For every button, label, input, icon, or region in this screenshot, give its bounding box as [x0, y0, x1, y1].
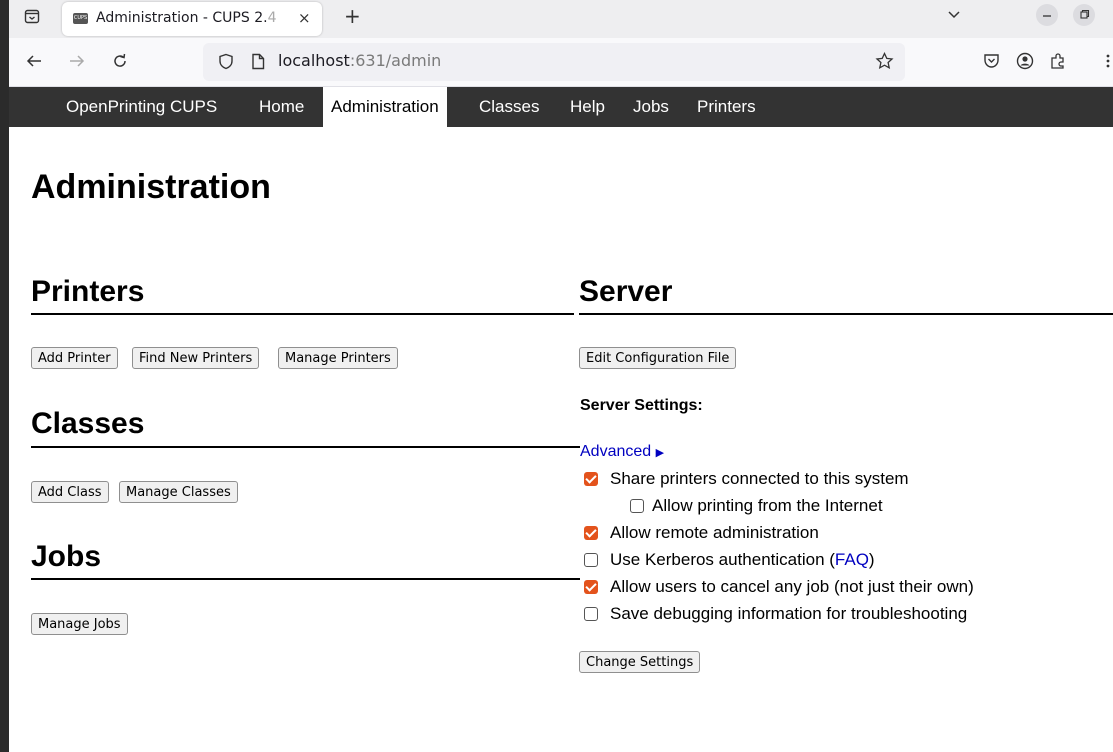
kerberos-faq-link[interactable]: FAQ: [835, 550, 869, 569]
cancel-any-job-checkbox[interactable]: [584, 580, 598, 594]
account-icon[interactable]: [1016, 52, 1034, 74]
star-icon[interactable]: [875, 51, 894, 74]
nav-printers[interactable]: Printers: [689, 87, 764, 127]
debug-logging-label: Save debugging information for troublesh…: [610, 604, 968, 623]
cancel-any-job-label: Allow users to cancel any job (not just …: [610, 577, 974, 596]
classes-rule: [31, 446, 580, 448]
manage-printers-button[interactable]: Manage Printers: [278, 347, 398, 369]
share-printers-label: Share printers connected to this system: [610, 469, 909, 488]
add-printer-button[interactable]: Add Printer: [31, 347, 118, 369]
manage-classes-button[interactable]: Manage Classes: [119, 481, 238, 503]
shield-icon[interactable]: [218, 53, 234, 74]
pocket-icon[interactable]: [983, 53, 1000, 73]
server-settings-heading: Server Settings:: [580, 397, 703, 414]
jobs-rule: [31, 578, 580, 580]
page-icon[interactable]: [251, 53, 265, 74]
nav-classes[interactable]: Classes: [471, 87, 547, 127]
page-title: Administration: [31, 168, 271, 206]
window-edge: [0, 0, 9, 752]
cups-favicon-icon: CUPS: [73, 13, 88, 24]
tab-title: Administration - CUPS 2.4: [96, 10, 277, 26]
add-class-button[interactable]: Add Class: [31, 481, 109, 503]
edit-configuration-file-button[interactable]: Edit Configuration File: [579, 347, 737, 369]
minimize-icon[interactable]: [1036, 4, 1058, 26]
kerberos-checkbox[interactable]: [584, 553, 598, 567]
nav-administration[interactable]: Administration: [323, 87, 447, 127]
tab-list-icon[interactable]: [24, 8, 40, 29]
printers-rule: [31, 313, 574, 315]
nav-brand-openprinting-cups[interactable]: OpenPrinting CUPS: [58, 87, 225, 127]
new-tab-button[interactable]: +: [344, 4, 361, 28]
classes-heading: Classes: [31, 407, 145, 440]
find-new-printers-button[interactable]: Find New Printers: [132, 347, 260, 369]
tab-close-icon[interactable]: ×: [298, 9, 311, 27]
nav-help[interactable]: Help: [562, 87, 613, 127]
nav-jobs[interactable]: Jobs: [625, 87, 677, 127]
overflow-menu-icon[interactable]: [1105, 53, 1111, 73]
allow-internet-printing-checkbox[interactable]: [630, 499, 644, 513]
printers-heading: Printers: [31, 275, 145, 308]
chevron-down-icon[interactable]: [947, 6, 961, 25]
change-settings-button[interactable]: Change Settings: [579, 651, 701, 673]
server-heading: Server: [579, 275, 673, 308]
forward-arrow-icon[interactable]: [68, 53, 86, 73]
remote-admin-checkbox[interactable]: [584, 526, 598, 540]
allow-internet-printing-label: Allow printing from the Internet: [652, 496, 883, 515]
url-text[interactable]: localhost:631/admin: [278, 51, 441, 70]
kerberos-label: Use Kerberos authentication (FAQ): [610, 550, 875, 569]
restore-icon[interactable]: [1073, 4, 1095, 26]
server-rule: [579, 313, 1113, 315]
reload-icon[interactable]: [111, 52, 129, 74]
debug-logging-checkbox[interactable]: [584, 607, 598, 621]
nav-home[interactable]: Home: [251, 87, 312, 127]
advanced-link[interactable]: Advanced ▶: [580, 443, 664, 461]
share-printers-checkbox[interactable]: [584, 472, 598, 486]
remote-admin-label: Allow remote administration: [610, 523, 819, 542]
back-arrow-icon[interactable]: [25, 53, 43, 73]
manage-jobs-button[interactable]: Manage Jobs: [31, 613, 128, 635]
extensions-icon[interactable]: [1049, 52, 1067, 74]
jobs-heading: Jobs: [31, 540, 102, 573]
tab-administration[interactable]: CUPS Administration - CUPS 2.4 ×: [62, 2, 322, 36]
triangle-right-icon: ▶: [655, 447, 665, 459]
